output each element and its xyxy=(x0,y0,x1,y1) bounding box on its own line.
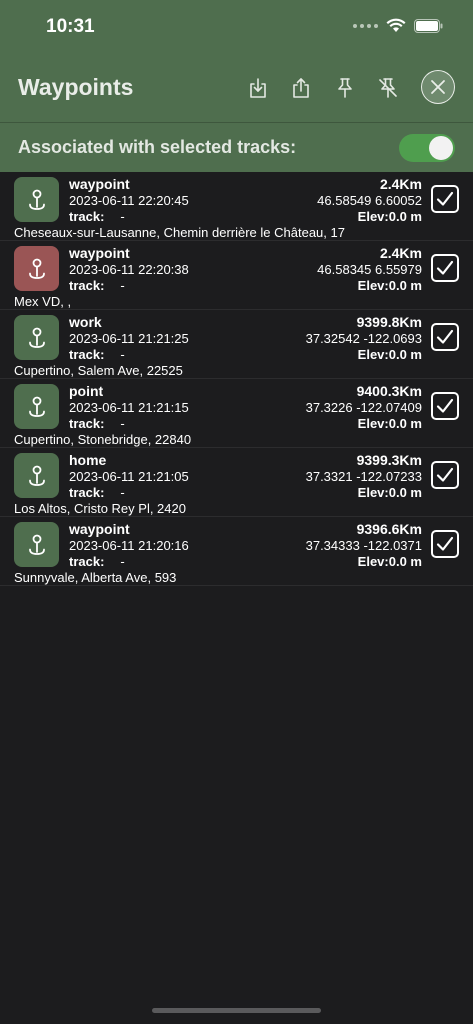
waypoint-elevation: Elev:0.0 m xyxy=(357,554,422,569)
waypoint-checkbox[interactable] xyxy=(431,392,459,420)
list-item[interactable]: waypoint 2023-06-11 22:20:45 track: - Che… xyxy=(0,172,473,241)
waypoint-distance: 9400.3Km xyxy=(356,383,422,399)
map-pin-icon xyxy=(28,396,45,417)
waypoint-coords: 46.58345 6.55979 xyxy=(317,262,422,277)
waypoint-list: waypoint 2023-06-11 22:20:45 track: - Che… xyxy=(0,172,473,586)
waypoint-marker xyxy=(14,315,59,360)
waypoint-coords: 37.34333 -122.0371 xyxy=(305,538,422,553)
waypoint-checkbox[interactable] xyxy=(431,254,459,282)
waypoint-marker xyxy=(14,177,59,222)
waypoint-name: home xyxy=(69,452,107,468)
waypoint-marker xyxy=(14,453,59,498)
battery-icon xyxy=(414,18,443,33)
import-button[interactable] xyxy=(246,76,270,100)
unpin-button[interactable] xyxy=(376,76,400,100)
list-item[interactable]: waypoint 2023-06-11 22:20:38 track: - Mex… xyxy=(0,241,473,310)
status-time: 10:31 xyxy=(46,16,95,37)
waypoint-elevation: Elev:0.0 m xyxy=(357,416,422,431)
waypoint-coords: 46.58549 6.60052 xyxy=(317,193,422,208)
share-icon xyxy=(293,78,309,98)
waypoint-track: track: - xyxy=(69,554,125,569)
waypoint-name: waypoint xyxy=(69,245,130,261)
waypoint-address: Cupertino, Stonebridge, 22840 xyxy=(14,432,192,447)
list-item[interactable]: waypoint 2023-06-11 21:20:16 track: - Sun… xyxy=(0,517,473,586)
waypoint-date: 2023-06-11 22:20:38 xyxy=(69,262,189,277)
share-button[interactable] xyxy=(289,76,313,100)
pin-button[interactable] xyxy=(333,76,357,100)
header-divider xyxy=(0,122,473,123)
waypoint-date: 2023-06-11 21:21:05 xyxy=(69,469,189,484)
toggle-knob xyxy=(429,136,453,160)
waypoint-name: waypoint xyxy=(69,176,130,192)
waypoint-checkbox[interactable] xyxy=(431,530,459,558)
wifi-icon xyxy=(386,18,406,32)
page-title: Waypoints xyxy=(18,74,134,100)
map-pin-icon xyxy=(28,327,45,348)
checkmark-icon xyxy=(436,329,454,344)
waypoint-distance: 2.4Km xyxy=(379,176,422,192)
waypoint-elevation: Elev:0.0 m xyxy=(357,278,422,293)
associated-row: Associated with selected tracks: xyxy=(0,124,473,172)
close-button[interactable] xyxy=(421,70,455,104)
waypoint-name: point xyxy=(69,383,104,399)
download-icon xyxy=(250,78,266,98)
waypoint-coords: 37.32542 -122.0693 xyxy=(305,331,422,346)
checkmark-icon xyxy=(436,260,454,275)
waypoint-distance: 2.4Km xyxy=(379,245,422,261)
waypoint-marker xyxy=(14,384,59,429)
waypoint-distance: 9396.6Km xyxy=(356,521,422,537)
pin-slash-icon xyxy=(379,78,397,98)
waypoint-checkbox[interactable] xyxy=(431,185,459,213)
nav-bar: Waypoints xyxy=(0,54,473,122)
waypoint-marker xyxy=(14,246,59,291)
list-item[interactable]: work 2023-06-11 21:21:25 track: - Cuperti… xyxy=(0,310,473,379)
waypoint-track: track: - xyxy=(69,347,125,362)
map-pin-icon xyxy=(28,258,45,279)
waypoint-address: Cheseaux-sur-Lausanne, Chemin derrière l… xyxy=(14,225,345,240)
waypoint-address: Sunnyvale, Alberta Ave, 593 xyxy=(14,570,177,585)
header-area: 10:31 Waypoints Associated with selected… xyxy=(0,0,473,172)
list-item[interactable]: point 2023-06-11 21:21:15 track: - Cupert… xyxy=(0,379,473,448)
map-pin-icon xyxy=(28,189,45,210)
map-pin-icon xyxy=(28,534,45,555)
waypoint-elevation: Elev:0.0 m xyxy=(357,485,422,500)
list-item[interactable]: home 2023-06-11 21:21:05 track: - Los Alt… xyxy=(0,448,473,517)
waypoint-checkbox[interactable] xyxy=(431,461,459,489)
waypoint-coords: 37.3226 -122.07409 xyxy=(305,400,422,415)
waypoint-date: 2023-06-11 22:20:45 xyxy=(69,193,189,208)
waypoint-address: Cupertino, Salem Ave, 22525 xyxy=(14,363,183,378)
home-indicator[interactable] xyxy=(152,1008,321,1013)
checkmark-icon xyxy=(436,398,454,413)
waypoint-address: Los Altos, Cristo Rey Pl, 2420 xyxy=(14,501,186,516)
status-bar: 10:31 xyxy=(0,0,473,54)
waypoint-marker xyxy=(14,522,59,567)
checkmark-icon xyxy=(436,467,454,482)
waypoint-track: track: - xyxy=(69,485,125,500)
associated-toggle[interactable] xyxy=(399,134,455,162)
close-icon xyxy=(431,80,445,94)
waypoint-track: track: - xyxy=(69,209,125,224)
waypoint-elevation: Elev:0.0 m xyxy=(357,209,422,224)
waypoint-track: track: - xyxy=(69,278,125,293)
waypoint-date: 2023-06-11 21:21:15 xyxy=(69,400,189,415)
cellular-icon xyxy=(353,23,378,28)
waypoint-checkbox[interactable] xyxy=(431,323,459,351)
waypoint-name: work xyxy=(69,314,102,330)
waypoint-coords: 37.3321 -122.07233 xyxy=(305,469,422,484)
status-indicators xyxy=(353,18,443,33)
waypoint-distance: 9399.8Km xyxy=(356,314,422,330)
waypoint-date: 2023-06-11 21:21:25 xyxy=(69,331,189,346)
waypoint-date: 2023-06-11 21:20:16 xyxy=(69,538,189,553)
checkmark-icon xyxy=(436,191,454,206)
associated-label: Associated with selected tracks: xyxy=(18,137,297,157)
waypoint-name: waypoint xyxy=(69,521,130,537)
checkmark-icon xyxy=(436,536,454,551)
waypoint-track: track: - xyxy=(69,416,125,431)
map-pin-icon xyxy=(28,465,45,486)
waypoint-address: Mex VD, , xyxy=(14,294,72,309)
waypoint-elevation: Elev:0.0 m xyxy=(357,347,422,362)
pin-icon xyxy=(338,78,352,98)
waypoint-distance: 9399.3Km xyxy=(356,452,422,468)
